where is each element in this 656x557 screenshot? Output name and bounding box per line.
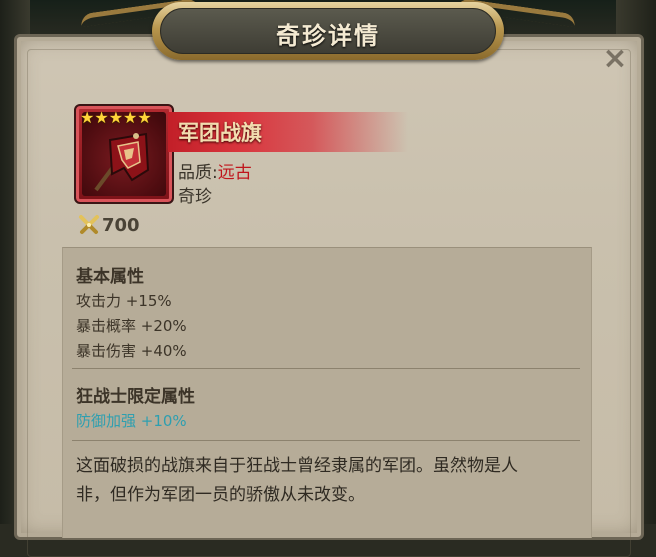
- item-description: 这面破损的战旗来自于狂战士曾经隶属的军团。虽然物是人 非，但作为军团一员的骄傲从…: [76, 452, 576, 510]
- class-attribute-line: 防御加强 +10%: [76, 412, 187, 430]
- quality-label: 品质: [178, 163, 212, 183]
- description-line: 非，但作为军团一员的骄傲从未改变。: [76, 485, 365, 505]
- star-icon: ★: [123, 108, 138, 127]
- section-divider: [72, 368, 580, 369]
- item-price: 700: [78, 214, 140, 236]
- attribute-line: 暴击概率 +20%: [76, 317, 187, 335]
- item-quality: 品质:远古: [178, 158, 252, 183]
- star-rating: ★ ★ ★ ★ ★: [80, 110, 152, 126]
- attribute-line: 攻击力 +15%: [76, 292, 172, 310]
- description-line: 这面破损的战旗来自于狂战士曾经隶属的军团。虽然物是人: [76, 456, 518, 476]
- title-plate: 奇珍详情: [152, 2, 504, 60]
- star-icon: ★: [94, 108, 109, 127]
- close-icon[interactable]: ×: [600, 44, 630, 74]
- price-value: 700: [102, 214, 140, 236]
- star-icon: ★: [80, 108, 95, 127]
- class-attributes-title: 狂战士限定属性: [76, 387, 195, 407]
- star-icon: ★: [108, 108, 124, 127]
- war-banner-icon: [94, 132, 150, 192]
- item-name: 军团战旗: [178, 121, 262, 145]
- item-icon-frame: ★ ★ ★ ★ ★: [74, 104, 174, 204]
- section-divider: [72, 440, 580, 441]
- quality-value: 远古: [217, 163, 252, 183]
- dialog-title: 奇珍详情: [276, 22, 380, 50]
- item-category: 奇珍: [178, 187, 212, 207]
- star-icon: ★: [137, 108, 152, 127]
- crossed-swords-icon: [79, 215, 99, 234]
- title-banner: 奇珍详情: [79, 0, 577, 70]
- basic-attributes-title: 基本属性: [76, 267, 144, 287]
- attribute-line: 暴击伤害 +40%: [76, 342, 187, 360]
